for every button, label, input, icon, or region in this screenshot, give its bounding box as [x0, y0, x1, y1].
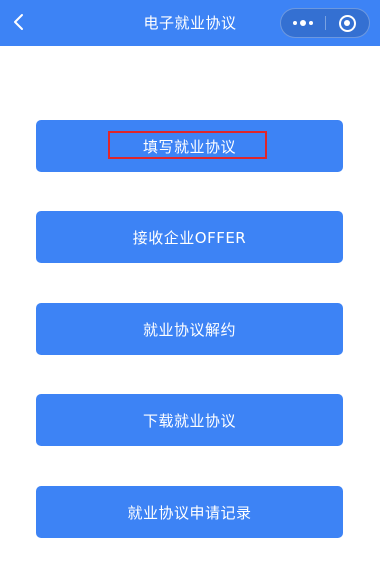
- navbar: 电子就业协议: [0, 0, 380, 46]
- circle-target-icon: [338, 14, 356, 32]
- download-agreement-label: 下载就业协议: [142, 411, 236, 430]
- terminate-agreement-button[interactable]: 就业协议解约: [36, 303, 343, 355]
- more-dots-icon: [292, 20, 313, 26]
- page: 电子就业协议 填写就业协议 接收企业OFFER 就业协议解约 下载就业协议 就业…: [0, 0, 380, 567]
- download-agreement-button[interactable]: 下载就业协议: [36, 394, 343, 446]
- more-button[interactable]: [281, 9, 325, 37]
- mini-program-capsule: [280, 8, 370, 38]
- terminate-agreement-label: 就业协议解约: [142, 320, 236, 339]
- fill-agreement-button[interactable]: 填写就业协议: [36, 120, 343, 172]
- application-records-button[interactable]: 就业协议申请记录: [36, 486, 343, 538]
- accept-offer-button[interactable]: 接收企业OFFER: [36, 211, 343, 263]
- application-records-label: 就业协议申请记录: [127, 503, 252, 522]
- fill-agreement-label: 填写就业协议: [142, 137, 236, 156]
- accept-offer-label: 接收企业OFFER: [132, 228, 247, 247]
- close-button[interactable]: [326, 9, 370, 37]
- back-button[interactable]: [4, 5, 34, 39]
- chevron-left-icon: [14, 14, 23, 30]
